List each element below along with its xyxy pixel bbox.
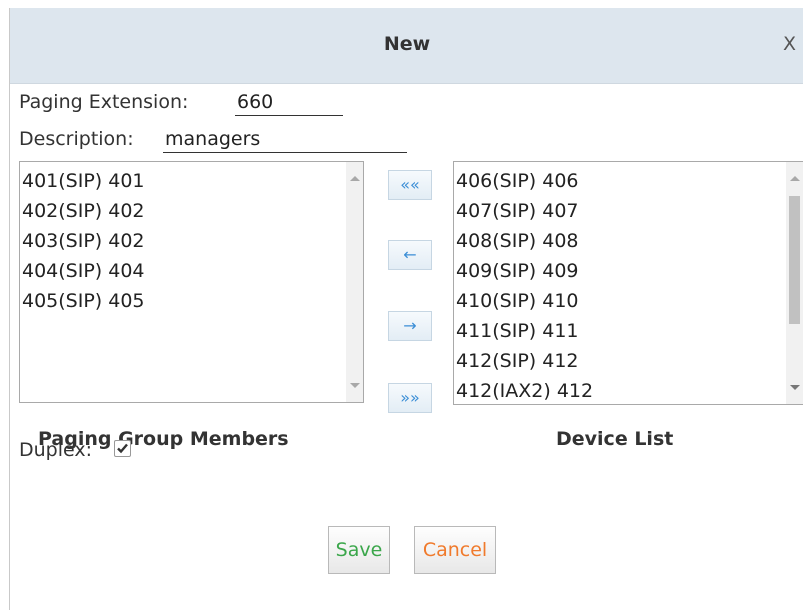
devices-scrollbar[interactable] <box>786 162 803 404</box>
device-list-item[interactable]: 412(SIP) 412 <box>454 346 803 376</box>
checkmark-icon <box>117 443 128 454</box>
device-list[interactable]: 406(SIP) 406 407(SIP) 407 408(SIP) 408 409(… <box>453 161 803 405</box>
close-button[interactable]: X <box>783 33 796 55</box>
duplex-label: Duplex: <box>19 439 93 461</box>
device-list-item[interactable]: 407(SIP) 407 <box>454 196 803 226</box>
device-list-item[interactable]: 410(SIP) 410 <box>454 286 803 316</box>
device-list-item[interactable]: 412(IAX2) 412 <box>454 376 803 404</box>
description-label: Description: <box>19 128 134 150</box>
move-all-right-button[interactable]: »» <box>388 383 432 413</box>
scroll-down-icon[interactable] <box>790 385 800 390</box>
scroll-up-icon[interactable] <box>790 176 800 181</box>
scroll-down-icon[interactable] <box>350 383 360 388</box>
dialog-titlebar: New X <box>10 8 803 84</box>
duplex-checkbox[interactable] <box>114 440 131 457</box>
paging-extension-row: Paging Extension: <box>19 89 343 116</box>
cancel-button[interactable]: Cancel <box>414 526 496 574</box>
member-list-item[interactable]: 403(SIP) 402 <box>20 226 363 256</box>
description-input[interactable] <box>163 126 407 153</box>
device-list-item[interactable]: 406(SIP) 406 <box>454 166 803 196</box>
description-row: Description: <box>19 126 407 153</box>
paging-extension-input[interactable] <box>235 89 343 116</box>
members-scrollbar[interactable] <box>346 162 363 402</box>
device-list-caption: Device List <box>556 428 674 450</box>
new-paging-group-dialog: New X Paging Extension: Description: 401… <box>9 8 803 610</box>
device-list-item[interactable]: 409(SIP) 409 <box>454 256 803 286</box>
member-list-item[interactable]: 402(SIP) 402 <box>20 196 363 226</box>
member-list-item[interactable]: 405(SIP) 405 <box>20 286 363 316</box>
scroll-thumb[interactable] <box>789 196 800 324</box>
member-list-item[interactable]: 401(SIP) 401 <box>20 166 363 196</box>
save-button[interactable]: Save <box>328 526 390 574</box>
move-all-left-button[interactable]: «« <box>388 170 432 200</box>
move-left-button[interactable]: ← <box>388 240 432 270</box>
scroll-up-icon[interactable] <box>350 176 360 181</box>
paging-extension-label: Paging Extension: <box>19 91 189 113</box>
paging-group-members-list[interactable]: 401(SIP) 401 402(SIP) 402 403(SIP) 402 404(… <box>19 161 364 403</box>
dialog-title: New <box>383 33 431 55</box>
member-list-item[interactable]: 404(SIP) 404 <box>20 256 363 286</box>
device-list-item[interactable]: 411(SIP) 411 <box>454 316 803 346</box>
device-list-item[interactable]: 408(SIP) 408 <box>454 226 803 256</box>
move-right-button[interactable]: → <box>388 311 432 341</box>
